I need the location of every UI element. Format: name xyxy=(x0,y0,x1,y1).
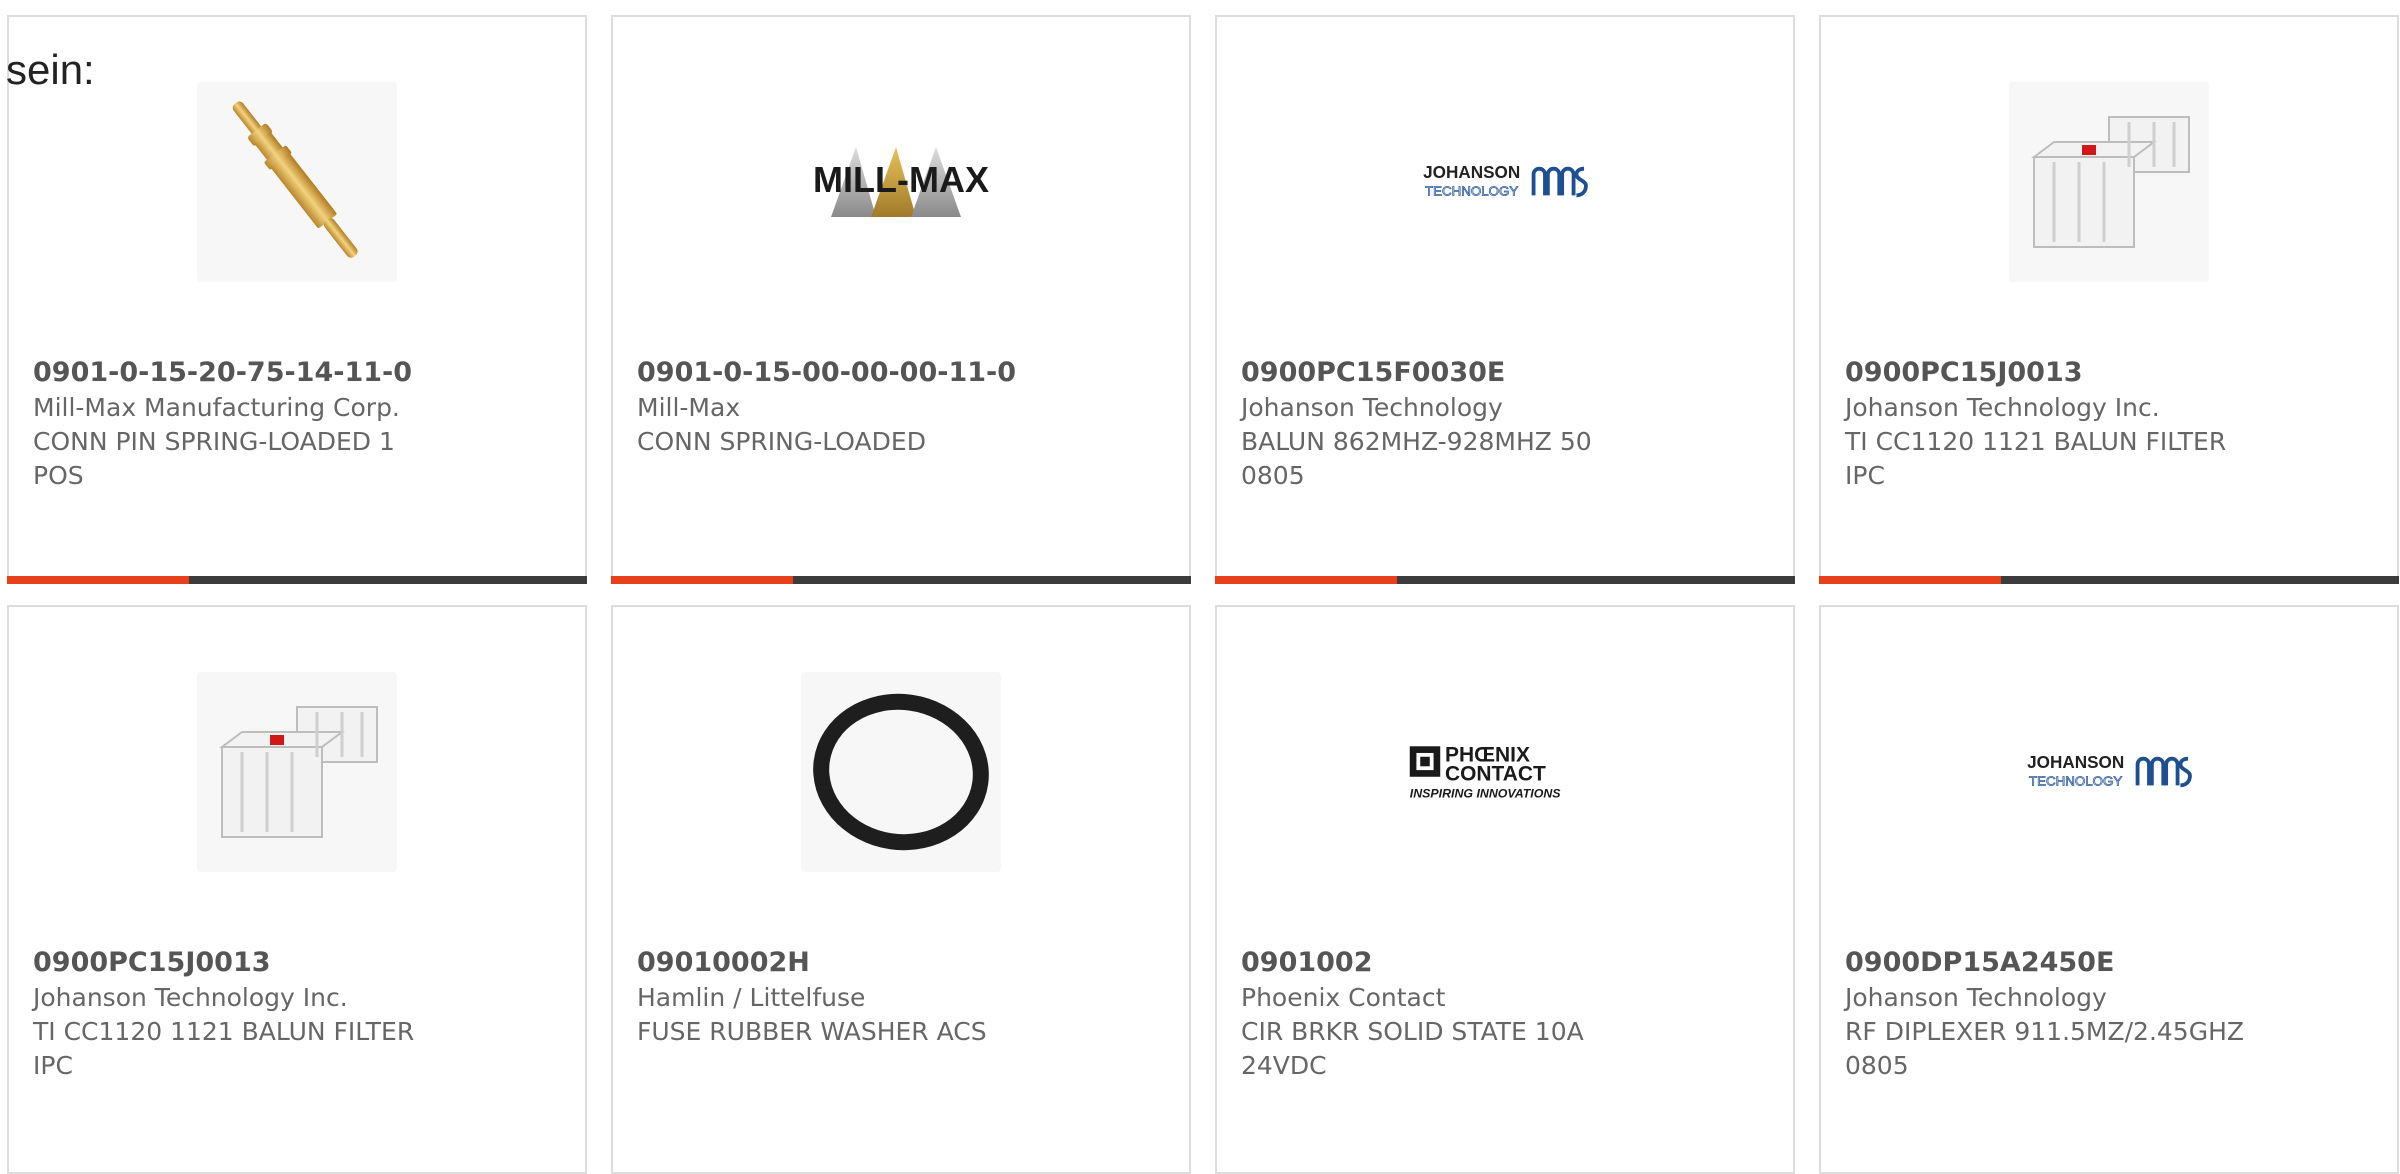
mill-max-logo: MILL-MAX xyxy=(801,82,1001,282)
description: TI CC1120 1121 BALUN FILTER IPC xyxy=(1845,427,2227,490)
product-card[interactable]: 0900PC15J0013 Johanson Technology Inc. T… xyxy=(1819,15,2399,584)
ceramic-chip-icon xyxy=(2009,82,2209,282)
product-info: 0901002 Phoenix Contact CIR BRKR SOLID S… xyxy=(1241,945,1661,1083)
product-info: 0900PC15F0030E Johanson Technology BALUN… xyxy=(1241,355,1661,493)
part-number-link[interactable]: 0900PC15J0013 xyxy=(33,945,453,981)
product-card[interactable]: 09010002H Hamlin / Littelfuse FUSE RUBBE… xyxy=(611,605,1191,1174)
rubber-washer-icon xyxy=(801,672,1001,872)
manufacturer: Johanson Technology xyxy=(1241,393,1503,422)
johanson-logo-bottom: TECHNOLOGY xyxy=(1425,183,1518,198)
product-card[interactable]: MILL-MAX 0901-0-15-00-00-00-11-0 Mill-Ma… xyxy=(611,15,1191,584)
product-card[interactable]: 0901-0-15-20-75-14-11-0 Mill-Max Manufac… xyxy=(7,15,587,584)
product-card[interactable]: 0900PC15J0013 Johanson Technology Inc. T… xyxy=(7,605,587,1174)
product-info: 0901-0-15-00-00-00-11-0 Mill-Max CONN SP… xyxy=(637,355,1057,459)
card-bottom-bar xyxy=(611,576,1191,584)
product-info: 0901-0-15-20-75-14-11-0 Mill-Max Manufac… xyxy=(33,355,453,493)
description: TI CC1120 1121 BALUN FILTER IPC xyxy=(33,1017,415,1080)
manufacturer: Phoenix Contact xyxy=(1241,983,1446,1012)
product-image[interactable] xyxy=(1821,77,2397,287)
part-number-link[interactable]: 0900PC15J0013 xyxy=(1845,355,2265,391)
johanson-logo-bottom: TECHNOLOGY xyxy=(2029,773,2122,788)
card-bottom-bar xyxy=(1215,576,1795,584)
description: CONN PIN SPRING-LOADED 1 POS xyxy=(33,427,395,490)
product-info: 09010002H Hamlin / Littelfuse FUSE RUBBE… xyxy=(637,945,1057,1049)
ceramic-chip-icon xyxy=(197,672,397,872)
manufacturer: Hamlin / Littelfuse xyxy=(637,983,866,1012)
johanson-logo: JOHANSON TECHNOLOGY xyxy=(1405,82,1605,282)
card-accent-bar xyxy=(1819,576,2001,584)
part-number-link[interactable]: 09010002H xyxy=(637,945,1057,981)
card-bottom-bar xyxy=(7,576,587,584)
part-number-link[interactable]: 0901002 xyxy=(1241,945,1661,981)
description: BALUN 862MHZ-928MHZ 50 0805 xyxy=(1241,427,1592,490)
phoenix-contact-logo: PHŒNIX CONTACT INSPIRING INNOVATIONS xyxy=(1405,672,1605,872)
description: RF DIPLEXER 911.5MZ/2.45GHZ 0805 xyxy=(1845,1017,2245,1080)
mill-max-logo-text: MILL-MAX xyxy=(813,159,989,200)
description: FUSE RUBBER WASHER ACS xyxy=(637,1017,987,1046)
phoenix-logo-bottom: CONTACT xyxy=(1445,763,1546,786)
product-card[interactable]: PHŒNIX CONTACT INSPIRING INNOVATIONS 090… xyxy=(1215,605,1795,1174)
part-number-link[interactable]: 0900DP15A2450E xyxy=(1845,945,2265,981)
manufacturer: Johanson Technology Inc. xyxy=(1845,393,2160,422)
manufacturer: Johanson Technology xyxy=(1845,983,2107,1012)
description: CIR BRKR SOLID STATE 10A 24VDC xyxy=(1241,1017,1584,1080)
product-info: 0900PC15J0013 Johanson Technology Inc. T… xyxy=(1845,355,2265,493)
manufacturer: Mill-Max Manufacturing Corp. xyxy=(33,393,400,422)
part-number-link[interactable]: 0900PC15F0030E xyxy=(1241,355,1661,391)
card-accent-bar xyxy=(7,576,189,584)
product-info: 0900DP15A2450E Johanson Technology RF DI… xyxy=(1845,945,2265,1083)
manufacturer: Mill-Max xyxy=(637,393,741,422)
product-image[interactable] xyxy=(9,667,585,877)
johanson-logo: JOHANSON TECHNOLOGY xyxy=(2009,672,2209,872)
johanson-logo-top: JOHANSON xyxy=(2027,752,2124,772)
product-info: 0900PC15J0013 Johanson Technology Inc. T… xyxy=(33,945,453,1083)
manufacturer: Johanson Technology Inc. xyxy=(33,983,348,1012)
product-image[interactable] xyxy=(613,667,1189,877)
product-card[interactable]: JOHANSON TECHNOLOGY 0900PC15F0030E Johan… xyxy=(1215,15,1795,584)
spring-pin-icon xyxy=(197,82,397,282)
product-image[interactable]: JOHANSON TECHNOLOGY xyxy=(1821,667,2397,877)
product-image[interactable]: MILL-MAX xyxy=(613,77,1189,287)
product-image[interactable]: JOHANSON TECHNOLOGY xyxy=(1217,77,1793,287)
intro-text: sein: xyxy=(6,46,95,93)
card-accent-bar xyxy=(611,576,793,584)
product-image[interactable] xyxy=(9,77,585,287)
card-bottom-bar xyxy=(1819,576,2399,584)
part-number-link[interactable]: 0901-0-15-20-75-14-11-0 xyxy=(33,355,453,391)
johanson-logo-top: JOHANSON xyxy=(1423,162,1520,182)
card-accent-bar xyxy=(1215,576,1397,584)
description: CONN SPRING-LOADED xyxy=(637,427,926,456)
part-number-link[interactable]: 0901-0-15-00-00-00-11-0 xyxy=(637,355,1057,391)
product-card[interactable]: JOHANSON TECHNOLOGY 0900DP15A2450E Johan… xyxy=(1819,605,2399,1174)
phoenix-logo-tagline: INSPIRING INNOVATIONS xyxy=(1410,787,1562,801)
product-image[interactable]: PHŒNIX CONTACT INSPIRING INNOVATIONS xyxy=(1217,667,1793,877)
